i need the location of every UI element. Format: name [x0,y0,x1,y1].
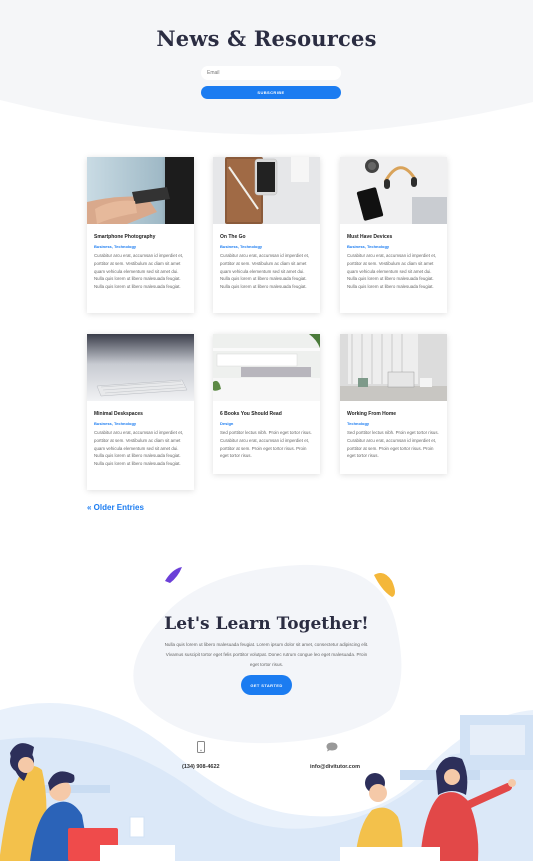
page-title: News & Resources [156,26,377,51]
post-excerpt: Curabitur arcu erat, accumsan id imperdi… [94,253,184,290]
purple-blob [165,567,182,583]
post-excerpt: Sed porttitor lectus nibh. Proin eget to… [220,430,312,459]
post-image-on-the-go[interactable] [213,157,320,224]
post-categories[interactable]: Business, Technology [220,244,314,250]
email-address[interactable]: info@divitutor.com [310,764,360,770]
post-card[interactable]: Minimal Deskspaces Business, Technology … [87,334,194,490]
post-excerpt: Curabitur arcu erat, accumsan id imperdi… [220,253,310,290]
post-image-must-have-devices[interactable] [340,157,447,224]
post-image-working-from-home[interactable] [340,334,447,401]
post-title[interactable]: Working From Home [347,411,441,418]
post-excerpt: Curabitur arcu erat, accumsan id imperdi… [94,430,184,467]
post-title[interactable]: Minimal Deskspaces [94,411,188,418]
post-card[interactable]: Smartphone Photography Business, Technol… [87,157,194,313]
subscribe-button[interactable]: SUBSCRIBE [201,86,341,99]
post-card[interactable]: Must Have Devices Business, Technology C… [340,157,447,313]
post-excerpt: Curabitur arcu erat, accumsan id imperdi… [347,253,437,290]
post-excerpt: Sed porttitor lectus nibh. Proin eget to… [347,430,439,459]
post-categories[interactable]: Design [220,421,314,427]
cta-title: Let's Learn Together! [164,614,369,634]
post-categories[interactable]: Technology [347,421,441,427]
post-title[interactable]: Smartphone Photography [94,234,188,241]
post-image-6-books[interactable] [213,334,320,401]
post-card[interactable]: On The Go Business, Technology Curabitur… [213,157,320,313]
post-image-smartphone-photography[interactable] [87,157,194,224]
cta-text: Nulla quis lorem ut libero malesuada feu… [164,642,369,667]
post-card[interactable]: 6 Books You Should Read Design Sed portt… [213,334,320,474]
phone-icon [197,741,205,753]
post-categories[interactable]: Business, Technology [347,244,441,250]
post-image-minimal-deskspaces[interactable] [87,334,194,401]
post-card[interactable]: Working From Home Technology Sed porttit… [340,334,447,474]
post-categories[interactable]: Business, Technology [94,421,188,427]
get-started-button[interactable]: GET STARTED [241,675,292,695]
post-title[interactable]: 6 Books You Should Read [220,411,314,418]
older-entries-link[interactable]: « Older Entries [87,503,144,512]
post-title[interactable]: On The Go [220,234,314,241]
post-categories[interactable]: Business, Technology [94,244,188,250]
chat-bubble-icon [326,742,338,752]
hero-section: News & Resources SUBSCRIBE [0,0,533,135]
post-title[interactable]: Must Have Devices [347,234,441,241]
phone-number[interactable]: (134) 908-4622 [182,764,220,770]
email-field[interactable] [201,66,341,80]
